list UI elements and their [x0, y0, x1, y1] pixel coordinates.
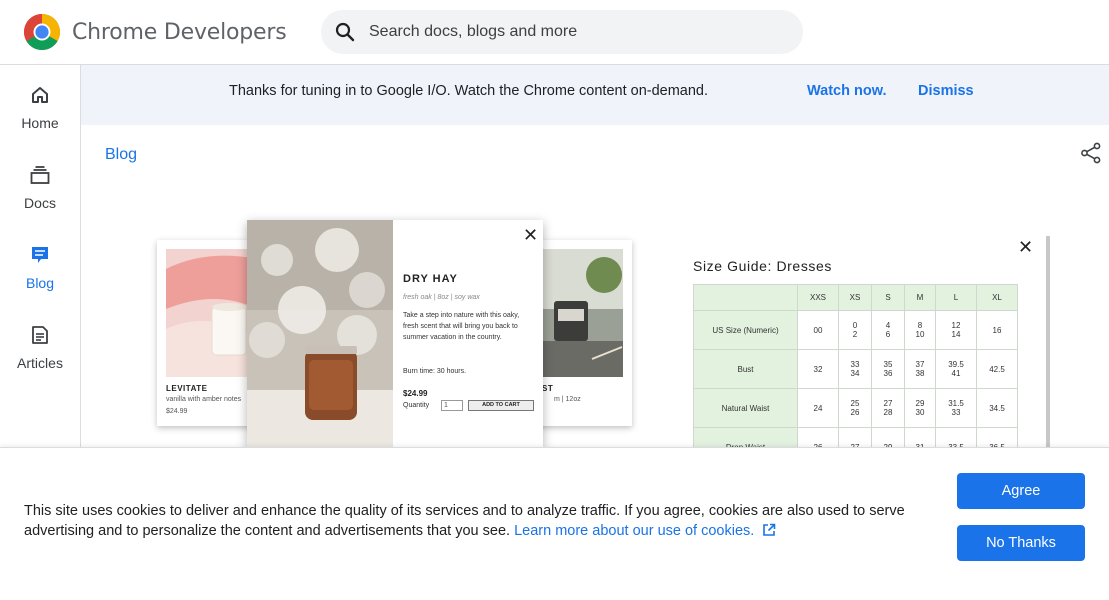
add-to-cart-button[interactable]: ADD TO CART	[468, 400, 534, 411]
cookie-policy-link[interactable]: Learn more about our use of cookies.	[514, 523, 754, 539]
search-box[interactable]: Search docs, blogs and more	[321, 10, 803, 54]
row-header: Bust	[693, 349, 798, 389]
rail-item-articles[interactable]: Articles	[0, 305, 80, 385]
announcement-banner: Thanks for tuning in to Google I/O. Watc…	[81, 65, 1109, 125]
table-cell: 31.5 33	[935, 388, 977, 428]
table-corner-cell	[693, 284, 798, 311]
table-cell: 31	[904, 427, 936, 448]
close-icon[interactable]: ✕	[1018, 238, 1033, 256]
scrollbar[interactable]	[1046, 236, 1050, 448]
articles-icon	[32, 326, 48, 344]
table-cell: 16	[976, 310, 1018, 350]
blog-icon	[32, 247, 48, 263]
modal-quantity-label: Quantity	[403, 402, 430, 409]
rail-item-label: Articles	[17, 355, 63, 371]
rail-item-label: Home	[21, 115, 59, 131]
product-photo-levitate	[166, 249, 257, 377]
table-row: Bust 32 33 34 35 36 37 38 39.5 41 42.5	[693, 349, 1018, 389]
table-cell: 29	[871, 427, 905, 448]
table-cell: 32	[797, 349, 839, 389]
modal-price: $24.99	[403, 389, 428, 398]
share-icon[interactable]	[1080, 142, 1102, 164]
product-price: $24.99	[166, 408, 188, 415]
rail-item-home[interactable]: Home	[0, 65, 80, 145]
no-thanks-button[interactable]: No Thanks	[957, 525, 1085, 561]
row-header: Natural Waist	[693, 388, 798, 428]
column-header: XXS	[797, 284, 839, 311]
rail-item-blog[interactable]: Blog	[0, 225, 80, 305]
table-cell: 8 10	[904, 310, 936, 350]
product-card-levitate: LEVITATE vanilla with amber notes $24.99	[157, 240, 257, 426]
table-cell: 27 28	[871, 388, 905, 428]
banner-message: Thanks for tuning in to Google I/O. Watc…	[229, 83, 709, 99]
row-header: Drop Waist	[693, 427, 798, 448]
product-modal: ✕ DRY HAY fresh oak | 8oz | soy wax Take…	[247, 220, 543, 448]
modal-description: Take a step into nature with this oaky, …	[403, 312, 520, 341]
size-guide-table: XXS XS S M L XL US Size (Numeric) 00 0 2…	[693, 284, 1018, 448]
chrome-logo-icon[interactable]	[24, 14, 60, 50]
product-photo-dry-hay	[247, 220, 393, 448]
table-cell: 29 30	[904, 388, 936, 428]
rail-item-label: Docs	[24, 195, 56, 211]
rail-item-docs[interactable]: Docs	[0, 145, 80, 225]
table-cell: 35 36	[871, 349, 905, 389]
product-title: ST	[542, 384, 554, 393]
product-subtitle: vanilla with amber notes	[166, 396, 242, 403]
size-guide-title: Size Guide: Dresses	[693, 258, 833, 274]
close-icon[interactable]: ✕	[523, 226, 538, 244]
table-cell: 12 14	[935, 310, 977, 350]
modal-subtitle: fresh oak | 8oz | soy wax	[403, 294, 480, 301]
table-row: US Size (Numeric) 00 0 2 4 6 8 10 12 14 …	[693, 310, 1018, 350]
table-cell: 26	[797, 427, 839, 448]
table-cell: 00	[797, 310, 839, 350]
column-header: XL	[976, 284, 1018, 311]
top-app-bar: Chrome Developers Search docs, blogs and…	[0, 0, 1109, 65]
cookie-consent-banner: This site uses cookies to deliver and en…	[0, 447, 1109, 600]
product-photo-right	[542, 249, 623, 377]
column-header: S	[871, 284, 905, 311]
column-header: L	[935, 284, 977, 311]
table-cell: 27	[838, 427, 872, 448]
table-cell: 36.5	[976, 427, 1018, 448]
breadcrumb[interactable]: Blog	[105, 146, 137, 164]
product-subtitle: m | 12oz	[554, 396, 581, 403]
rail-item-label: Blog	[25, 275, 55, 291]
modal-burn-time: Burn time: 30 hours.	[403, 368, 467, 375]
external-link-icon[interactable]	[762, 523, 776, 537]
home-icon	[32, 87, 48, 103]
table-cell: 4 6	[871, 310, 905, 350]
table-header-row: XXS XS S M L XL	[693, 284, 1018, 311]
product-card-right: ST m | 12oz	[536, 240, 632, 426]
table-cell: 33.5	[935, 427, 977, 448]
table-cell: 37 38	[904, 349, 936, 389]
table-cell: 24	[797, 388, 839, 428]
table-cell: 39.5 41	[935, 349, 977, 389]
table-cell: 25 26	[838, 388, 872, 428]
search-icon	[335, 22, 355, 42]
table-row: Natural Waist 24 25 26 27 28 29 30 31.5 …	[693, 388, 1018, 428]
table-cell: 34.5	[976, 388, 1018, 428]
brand-name[interactable]: Chrome Developers	[72, 20, 287, 45]
dismiss-button[interactable]: Dismiss	[918, 83, 974, 99]
row-header: US Size (Numeric)	[693, 310, 798, 350]
cookie-message-block: This site uses cookies to deliver and en…	[24, 501, 924, 541]
table-cell: 42.5	[976, 349, 1018, 389]
table-cell: 33 34	[838, 349, 872, 389]
column-header: M	[904, 284, 936, 311]
table-row: Drop Waist 26 27 29 31 33.5 36.5	[693, 427, 1018, 448]
search-placeholder: Search docs, blogs and more	[369, 23, 578, 40]
column-header: XS	[838, 284, 872, 311]
table-cell: 0 2	[838, 310, 872, 350]
size-guide-panel: ✕ Size Guide: Dresses XXS XS S M L XL US…	[680, 234, 1052, 448]
product-title: LEVITATE	[166, 384, 208, 393]
watch-now-link[interactable]: Watch now.	[807, 83, 886, 99]
docs-icon	[30, 166, 50, 184]
modal-title: DRY HAY	[403, 273, 458, 285]
modal-quantity-input[interactable]: 1	[441, 400, 463, 411]
agree-button[interactable]: Agree	[957, 473, 1085, 509]
